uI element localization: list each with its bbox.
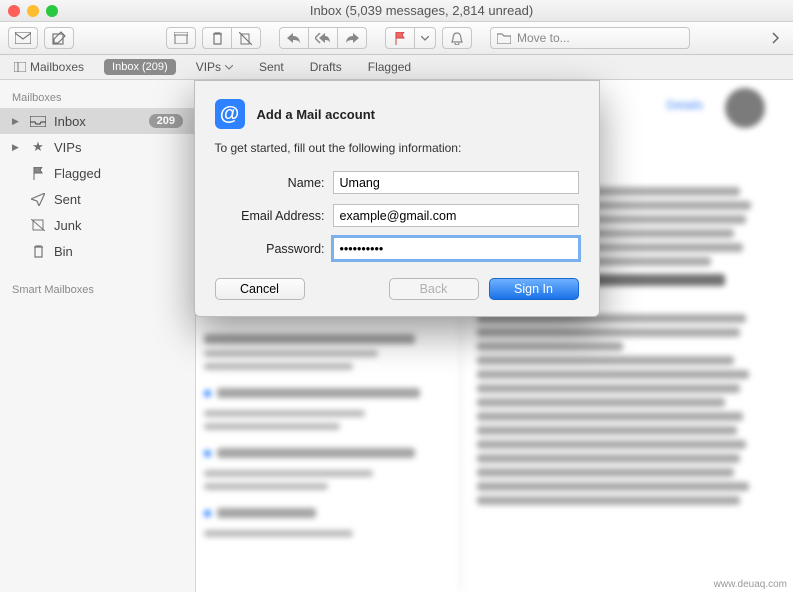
dialog-subtitle: To get started, fill out the following i… — [215, 141, 579, 155]
email-field[interactable] — [333, 204, 579, 227]
email-label: Email Address: — [215, 209, 333, 223]
password-label: Password: — [215, 242, 333, 256]
dialog-title: Add a Mail account — [257, 107, 375, 122]
add-mail-account-dialog: @ Add a Mail account To get started, fil… — [194, 80, 600, 317]
cancel-button[interactable]: Cancel — [215, 278, 305, 300]
password-field[interactable] — [333, 237, 579, 260]
back-button[interactable]: Back — [389, 278, 479, 300]
sign-in-button[interactable]: Sign In — [489, 278, 579, 300]
name-field[interactable] — [333, 171, 579, 194]
at-icon: @ — [215, 99, 245, 129]
modal-overlay: @ Add a Mail account To get started, fil… — [0, 0, 793, 592]
name-label: Name: — [215, 176, 333, 190]
watermark: www.deuaq.com — [714, 579, 787, 590]
